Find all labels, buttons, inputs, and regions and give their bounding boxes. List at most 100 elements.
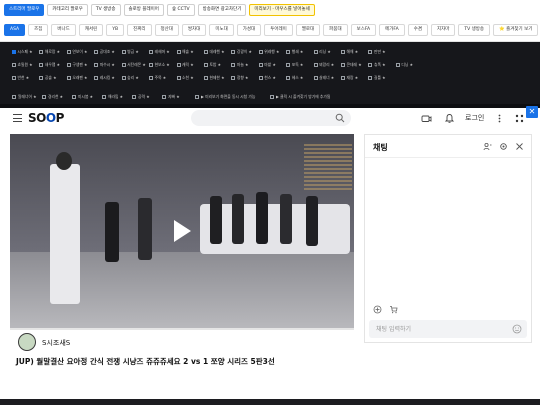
- favorite-checkbox[interactable]: [121, 76, 126, 80]
- chat-users-icon[interactable]: [483, 142, 492, 151]
- category-tab[interactable]: 즈집: [28, 24, 49, 36]
- favorite-extra-item[interactable]: 공력 ★: [132, 94, 150, 100]
- favorite-item[interactable]: 해해 ★: [341, 47, 367, 57]
- favorite-item[interactable]: 뵈망리 ★: [313, 60, 340, 70]
- favorite-checkbox[interactable]: [176, 76, 181, 80]
- extension-button[interactable]: 방송화면 광고차단기: [197, 4, 247, 16]
- streamer-name[interactable]: S시조새S: [42, 338, 70, 348]
- favorite-checkbox[interactable]: [270, 95, 274, 99]
- favorite-checkbox[interactable]: [368, 76, 373, 80]
- favorite-checkbox[interactable]: [39, 63, 44, 67]
- favorite-checkbox[interactable]: [231, 76, 236, 80]
- favorite-checkbox[interactable]: [12, 50, 16, 54]
- favorite-checkbox[interactable]: [42, 95, 46, 99]
- favorite-checkbox[interactable]: [12, 95, 16, 99]
- favorite-checkbox[interactable]: [258, 63, 263, 67]
- favorite-checkbox[interactable]: [203, 63, 208, 67]
- favorite-item[interactable]: 공솔 ★: [39, 73, 65, 83]
- favorite-checkbox[interactable]: [94, 76, 99, 80]
- apps-grid-icon[interactable]: [514, 113, 525, 124]
- favorite-checkbox[interactable]: [258, 50, 263, 54]
- favorite-item[interactable]: 마밭 ★: [258, 60, 285, 70]
- favorite-checkbox[interactable]: [39, 76, 44, 80]
- favorite-checkbox[interactable]: [286, 50, 291, 54]
- extension-button[interactable]: 스트리머 팔로우: [4, 4, 45, 16]
- category-tab[interactable]: 캐서린: [78, 24, 104, 36]
- favorite-item[interactable]: 구생펜 ★: [66, 60, 93, 70]
- chat-input[interactable]: 채팅 입력하기: [369, 320, 527, 338]
- category-tab[interactable]: 가성대: [236, 24, 262, 36]
- category-tab[interactable]: 미노대: [209, 24, 234, 36]
- favorite-item[interactable]: 츄폭 ★: [368, 60, 394, 70]
- video-progress-track[interactable]: [10, 328, 354, 330]
- play-icon[interactable]: [174, 220, 191, 242]
- more-vertical-icon[interactable]: [494, 113, 505, 124]
- favorite-checkbox[interactable]: [203, 50, 208, 54]
- favorite-item[interactable]: 행쇄 ★: [286, 47, 312, 57]
- favorite-item[interactable]: 마늘 ★: [231, 60, 257, 70]
- favorite-checkbox[interactable]: [341, 50, 346, 54]
- favorite-item[interactable]: 리닝 ★: [313, 47, 340, 57]
- close-icon[interactable]: ✕: [526, 106, 538, 118]
- favorite-checkbox[interactable]: [12, 76, 16, 80]
- favorite-item[interactable]: 해로랑 ★: [39, 47, 65, 57]
- video-player[interactable]: [10, 134, 354, 328]
- favorite-checkbox[interactable]: [72, 95, 76, 99]
- hamburger-menu-icon[interactable]: [13, 114, 22, 122]
- category-tab[interactable]: ASA: [4, 24, 26, 36]
- favorite-checkbox[interactable]: [341, 63, 346, 67]
- category-tab[interactable]: 버나드: [51, 24, 76, 36]
- favorite-item[interactable]: 포독 ★: [286, 60, 312, 70]
- favorite-checkbox[interactable]: [94, 50, 99, 54]
- favorite-item[interactable]: 살레너 ★: [313, 73, 340, 83]
- favorite-item[interactable]: 숲리 ★: [121, 73, 148, 83]
- favorite-item[interactable]: 주목 ★: [149, 73, 175, 83]
- favorite-checkbox[interactable]: [231, 63, 236, 67]
- favorite-item[interactable]: 판딴 ★: [368, 47, 394, 57]
- favorite-extra-item[interactable]: 알레너어 ★: [12, 94, 37, 100]
- favorite-extra-item[interactable]: 해라밈 ★: [102, 94, 123, 100]
- favorite-item[interactable]: 현제한 ★: [203, 73, 230, 83]
- category-tab[interactable]: 청산대: [154, 24, 179, 36]
- category-tab[interactable]: 투어레이: [264, 24, 293, 36]
- favorite-checkbox[interactable]: [231, 50, 236, 54]
- favorite-checkbox[interactable]: [121, 63, 126, 67]
- favorite-item[interactable]: 레헤머 ★: [149, 47, 175, 57]
- favorite-item[interactable]: 오래펜 ★: [66, 73, 93, 83]
- favorite-checkbox[interactable]: [39, 50, 44, 54]
- favorite-checkbox[interactable]: [176, 63, 181, 67]
- favorite-checkbox[interactable]: [66, 76, 71, 80]
- category-tab[interactable]: 수겸: [407, 24, 428, 36]
- favorite-extra-item[interactable]: ▶ 미리보기 화면을 동시 시청 가능: [195, 94, 255, 100]
- favorite-item[interactable]: 재랑 ★: [341, 73, 367, 83]
- favorite-item[interactable]: 서탄레몬 ★: [121, 60, 148, 70]
- chat-add-icon[interactable]: [373, 305, 382, 314]
- favorite-item[interactable]: 강광이 ★: [231, 47, 257, 57]
- category-tab[interactable]: ⭐ 즐겨찾기 보기: [493, 24, 539, 36]
- favorite-checkbox[interactable]: [132, 95, 136, 99]
- extension-button[interactable]: 숲 CCTV: [166, 4, 195, 16]
- search-input[interactable]: [191, 110, 351, 126]
- favorite-checkbox[interactable]: [313, 76, 318, 80]
- favorite-checkbox[interactable]: [12, 63, 16, 67]
- favorite-extra-item[interactable]: 미시붐 ★: [72, 94, 93, 100]
- notification-bell-icon[interactable]: [444, 113, 455, 124]
- favorite-checkbox[interactable]: [66, 50, 71, 54]
- search-icon[interactable]: [335, 113, 345, 123]
- favorite-checkbox[interactable]: [66, 63, 71, 67]
- favorite-extra-item[interactable]: ▶ 클릭 시 즐겨찾기 방기에 추가됨: [270, 94, 330, 100]
- favorite-extra-item[interactable]: 지빠 ★: [162, 94, 180, 100]
- streamer-avatar[interactable]: [18, 333, 36, 351]
- favorite-checkbox[interactable]: [149, 50, 154, 54]
- category-tab[interactable]: 메가FA: [379, 24, 405, 36]
- category-tab[interactable]: 보스FA: [350, 24, 377, 36]
- favorite-item[interactable]: 콘데레 ★: [341, 60, 367, 70]
- favorite-item[interactable]: 병금 ★: [121, 47, 148, 57]
- chat-close-icon[interactable]: [515, 142, 524, 151]
- category-tab[interactable]: YB: [106, 24, 125, 36]
- category-tab[interactable]: TV 생방송: [458, 24, 491, 36]
- favorite-item[interactable]: 길틀 ★: [368, 73, 394, 83]
- favorite-item[interactable]: 해솔 ★: [176, 47, 203, 57]
- favorite-item[interactable]: 레시킹 ★: [94, 73, 120, 83]
- category-tab[interactable]: 진짜리: [127, 24, 152, 36]
